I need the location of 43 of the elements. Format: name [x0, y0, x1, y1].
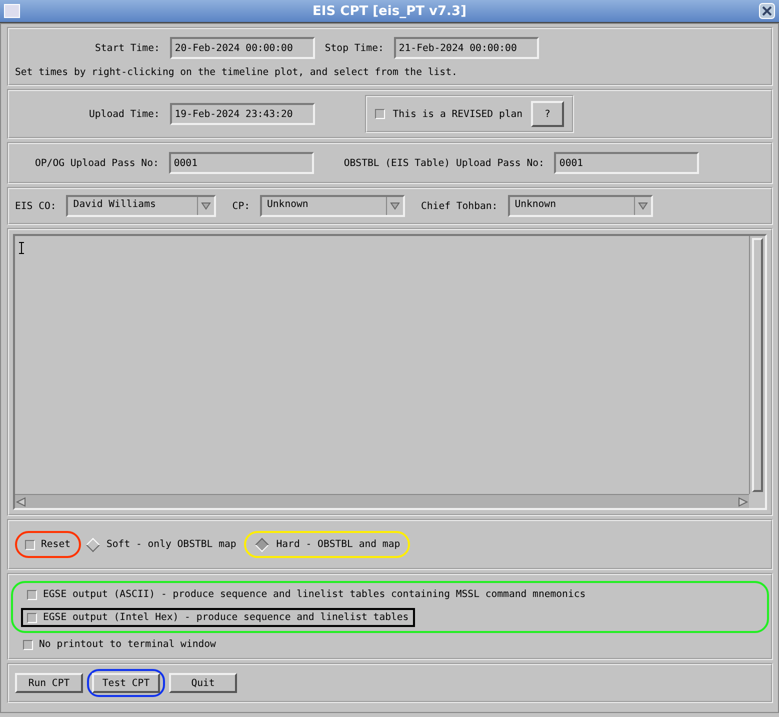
start-time-field[interactable]: 20-Feb-2024 00:00:00 [170, 37, 315, 59]
upload-time-field[interactable]: 19-Feb-2024 23:43:20 [170, 103, 315, 125]
dropdown[interactable]: Unknown [260, 195, 405, 217]
field-label: CP: [232, 200, 250, 212]
right-arrow-icon[interactable] [737, 496, 749, 506]
checkbox-label: This is a REVISED plan [392, 108, 523, 120]
checkbox-label: No printout to terminal window [39, 639, 216, 650]
action-button[interactable]: Quit [169, 673, 237, 693]
help-button[interactable]: ? [530, 101, 564, 127]
pass-number-field[interactable]: 0001 [554, 152, 700, 174]
window-title: EIS CPT [eis_PT v7.3] [312, 4, 466, 18]
checkbox-label: Reset [41, 539, 70, 550]
field-label: Start Time: [95, 42, 160, 54]
action-button[interactable]: Run CPT [15, 673, 83, 693]
caret-icon [638, 202, 648, 210]
left-arrow-icon[interactable] [15, 496, 27, 506]
field-label: EIS CO: [15, 200, 56, 212]
hint-text: Set times by right-clicking on the timeline plot, and select from the list. [15, 67, 458, 78]
field-label: Chief Tohban: [421, 200, 498, 212]
checkbox-label: EGSE output (ASCII) - produce sequence and linelist tables containing MSSL command mnemonics [43, 589, 586, 600]
dropdown[interactable]: David Williams [66, 195, 216, 217]
field-label: Stop Time: [324, 42, 384, 54]
radio-label: Soft - only OBSTBL map [106, 539, 236, 550]
checkbox[interactable] [27, 590, 37, 600]
checkbox[interactable] [27, 612, 37, 622]
caret-icon [390, 202, 400, 210]
action-button[interactable]: Test CPT [92, 673, 160, 693]
close-icon[interactable] [758, 3, 775, 19]
scrollbar[interactable] [749, 236, 765, 494]
scrollbar[interactable] [15, 494, 749, 508]
field-label: OBSTBL (EIS Table) Upload Pass No: [344, 158, 544, 168]
stop-time-field[interactable]: 21-Feb-2024 00:00:00 [394, 37, 539, 59]
text-cursor-icon [19, 242, 24, 254]
dropdown[interactable]: Unknown [508, 195, 653, 217]
pass-number-field[interactable]: 0001 [168, 152, 314, 174]
checkbox-label: EGSE output (Intel Hex) - produce sequence and linelist tables [43, 612, 409, 623]
field-label: OP/OG Upload Pass No: [35, 158, 159, 168]
field-label: Upload Time: [89, 108, 160, 120]
radio-label: Hard - OBSTBL and map [276, 539, 400, 550]
checkbox[interactable] [374, 109, 385, 119]
checkbox[interactable] [25, 540, 35, 550]
checkbox[interactable] [23, 640, 33, 650]
caret-icon [201, 202, 212, 210]
